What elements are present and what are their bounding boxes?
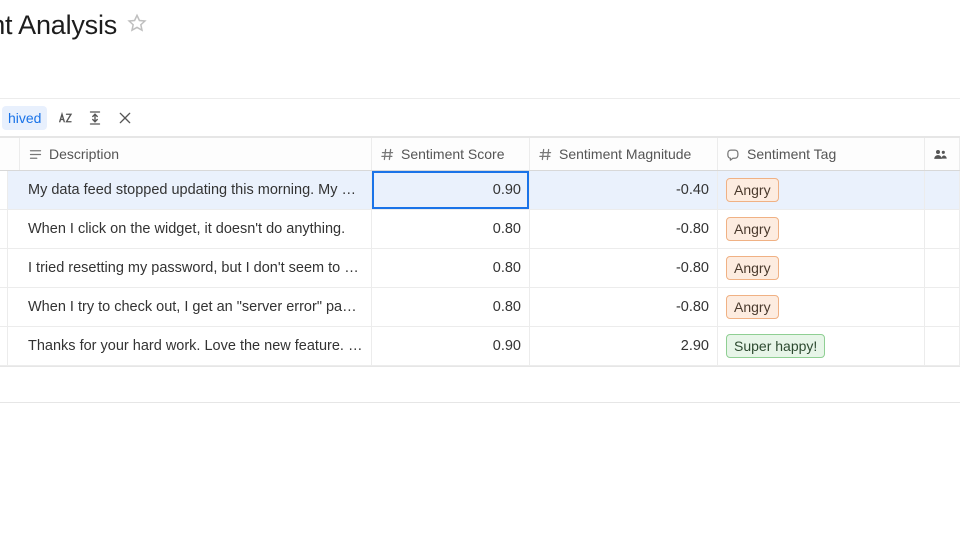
cell-sentiment-score[interactable]: 0.80 [372, 210, 530, 248]
cell-description[interactable]: Thanks for your hard work. Love the new … [20, 327, 372, 365]
tag-pill: Angry [726, 178, 779, 202]
cell-value: 0.80 [380, 221, 521, 237]
col-header-label: Sentiment Magnitude [559, 146, 691, 162]
star-icon[interactable] [127, 13, 147, 38]
tag-icon [726, 147, 741, 162]
cell-sentiment-magnitude[interactable]: -0.80 [530, 210, 718, 248]
cell-sentiment-tag[interactable]: Angry [718, 210, 925, 248]
tag-pill: Angry [726, 295, 779, 319]
cell-value: -0.80 [538, 299, 709, 315]
tag-pill: Angry [726, 217, 779, 241]
sort-az-icon[interactable] [51, 104, 79, 132]
table-row[interactable]: Thanks for your hard work. Love the new … [0, 327, 960, 366]
cell-description[interactable]: I tried resetting my password, but I don… [20, 249, 372, 287]
cell-value: 2.90 [538, 338, 709, 354]
cell-value: 0.80 [380, 260, 521, 276]
cell-value: -0.40 [538, 182, 709, 198]
cell-sentiment-score[interactable]: 0.90 [372, 327, 530, 365]
col-header-sentiment-magnitude[interactable]: Sentiment Magnitude [530, 138, 718, 170]
cell-value: 0.90 [380, 182, 521, 198]
tag-pill: Angry [726, 256, 779, 280]
table-row[interactable]: I tried resetting my password, but I don… [0, 249, 960, 288]
cell-value: 0.90 [380, 338, 521, 354]
cell-collaborator[interactable] [925, 171, 960, 209]
table-header-row: Description Sentiment Score Sentiment Ma… [0, 137, 960, 171]
row-height-icon[interactable] [81, 104, 109, 132]
row-handle[interactable] [0, 171, 20, 209]
cell-collaborator[interactable] [925, 327, 960, 365]
cell-collaborator[interactable] [925, 210, 960, 248]
col-header-label: Description [49, 146, 119, 162]
cell-text: When I try to check out, I get an "serve… [28, 299, 363, 315]
number-icon [538, 147, 553, 162]
close-icon[interactable] [111, 104, 139, 132]
page-title: timent Analysis [0, 10, 117, 41]
cell-collaborator[interactable] [925, 249, 960, 287]
row-handle[interactable] [0, 327, 20, 365]
col-header-collaborator[interactable] [925, 138, 960, 170]
row-handle[interactable] [0, 210, 20, 248]
cell-sentiment-tag[interactable]: Super happy! [718, 327, 925, 365]
cell-sentiment-magnitude[interactable]: -0.80 [530, 288, 718, 326]
cell-description[interactable]: When I click on the widget, it doesn't d… [20, 210, 372, 248]
cell-description[interactable]: My data feed stopped updating this morni… [20, 171, 372, 209]
row-handle[interactable] [0, 288, 20, 326]
number-icon [380, 147, 395, 162]
col-header-sentiment-score[interactable]: Sentiment Score [372, 138, 530, 170]
col-header-description[interactable]: Description [20, 138, 372, 170]
col-header-label: Sentiment Score [401, 146, 505, 162]
cell-collaborator[interactable] [925, 288, 960, 326]
cell-sentiment-score[interactable]: 0.80 [372, 249, 530, 287]
col-header-sentiment-tag[interactable]: Sentiment Tag [718, 138, 925, 170]
cell-value: -0.80 [538, 260, 709, 276]
cell-text: When I click on the widget, it doesn't d… [28, 221, 363, 237]
row-handle-header [0, 138, 20, 170]
cell-sentiment-magnitude[interactable]: -0.40 [530, 171, 718, 209]
toolbar: hived [0, 99, 960, 137]
cell-sentiment-magnitude[interactable]: 2.90 [530, 327, 718, 365]
cell-sentiment-tag[interactable]: Angry [718, 288, 925, 326]
people-icon [933, 147, 948, 162]
cell-text: Thanks for your hard work. Love the new … [28, 338, 363, 354]
cell-value: -0.80 [538, 221, 709, 237]
data-table: Description Sentiment Score Sentiment Ma… [0, 137, 960, 367]
col-header-label: Sentiment Tag [747, 146, 836, 162]
text-icon [28, 147, 43, 162]
cell-sentiment-score[interactable]: 0.90 [372, 171, 530, 209]
cell-description[interactable]: When I try to check out, I get an "serve… [20, 288, 372, 326]
cell-sentiment-magnitude[interactable]: -0.80 [530, 249, 718, 287]
cell-sentiment-tag[interactable]: Angry [718, 249, 925, 287]
tag-pill: Super happy! [726, 334, 825, 358]
row-handle[interactable] [0, 249, 20, 287]
table-row[interactable]: When I click on the widget, it doesn't d… [0, 210, 960, 249]
filter-chip-archived[interactable]: hived [2, 106, 47, 130]
cell-sentiment-tag[interactable]: Angry [718, 171, 925, 209]
table-row[interactable]: When I try to check out, I get an "serve… [0, 288, 960, 327]
cell-value: 0.80 [380, 299, 521, 315]
table-row[interactable]: My data feed stopped updating this morni… [0, 171, 960, 210]
cell-sentiment-score[interactable]: 0.80 [372, 288, 530, 326]
cell-text: I tried resetting my password, but I don… [28, 260, 363, 276]
cell-text: My data feed stopped updating this morni… [28, 182, 363, 198]
